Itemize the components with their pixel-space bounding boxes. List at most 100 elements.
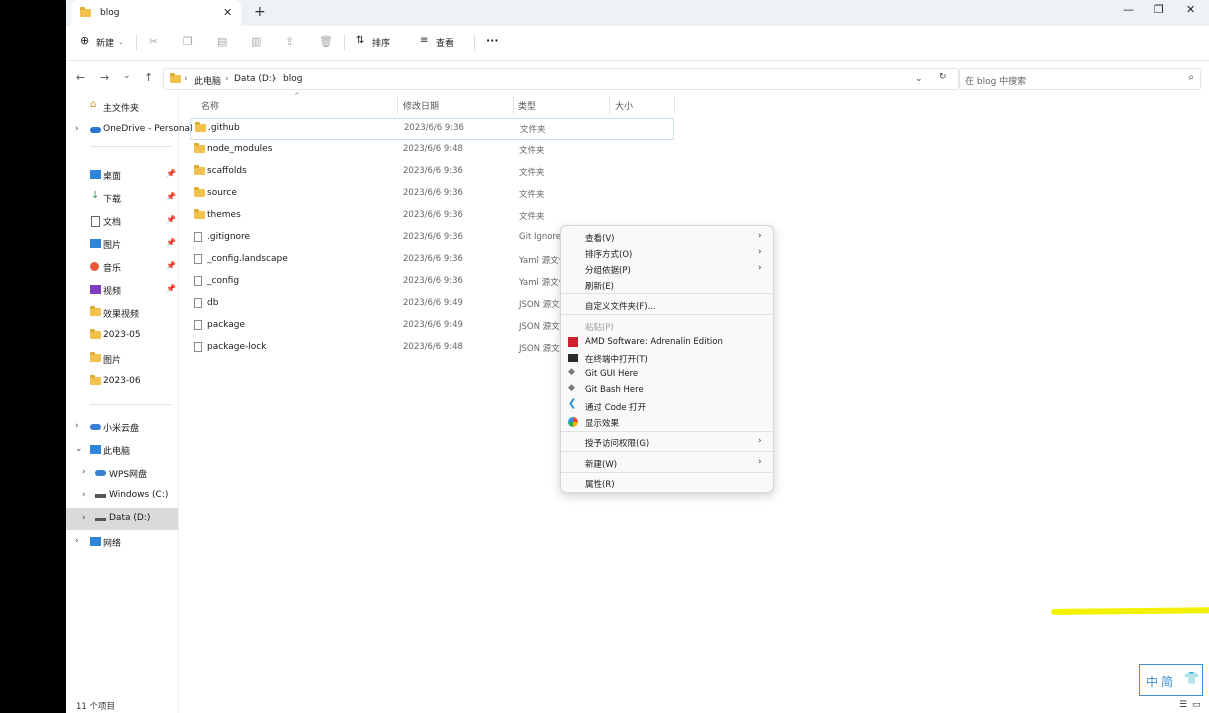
forward-icon[interactable]: →	[100, 71, 109, 84]
menu-item-display-effects[interactable]: 显示效果	[561, 414, 773, 430]
search-input[interactable]: 在 blog 中搜索	[965, 74, 1026, 87]
sidebar-item-documents[interactable]: 文档 📌	[66, 210, 178, 232]
new-button[interactable]: 新建	[96, 36, 114, 49]
menu-item-new[interactable]: 新建(W) ›	[561, 455, 773, 471]
menu-item-properties[interactable]: 属性(R)	[561, 475, 773, 491]
pin-icon[interactable]: 📌	[166, 284, 176, 293]
column-divider[interactable]	[513, 96, 514, 114]
menu-item-open-in-terminal[interactable]: 在终端中打开(T)	[561, 350, 773, 366]
menu-item-label: 新建(W)	[585, 460, 618, 470]
rename-icon[interactable]: ▥	[251, 35, 261, 48]
sidebar-item-music[interactable]: 音乐 📌	[66, 256, 178, 278]
refresh-icon[interactable]: ↻	[939, 72, 947, 82]
menu-item-git-gui[interactable]: ◆ Git GUI Here	[561, 366, 773, 382]
chevron-down-icon[interactable]: ⌄	[75, 444, 83, 454]
sidebar-item-desktop[interactable]: 桌面 📌	[66, 164, 178, 186]
file-date: 2023/6/6 9:49	[403, 320, 463, 330]
details-view-icon[interactable]: ☰	[1179, 700, 1187, 710]
file-row[interactable]: themes 2023/6/6 9:36 文件夹	[190, 206, 672, 226]
view-button[interactable]: 查看	[436, 36, 454, 49]
new-tab-button[interactable]: +	[254, 4, 266, 20]
ime-indicator[interactable]: 中简 👕	[1139, 664, 1203, 696]
sidebar-item-home[interactable]: ⌂ 主文件夹	[66, 96, 178, 118]
sidebar-item-pictures-folder[interactable]: 图片	[66, 348, 178, 370]
sidebar-item-this-pc[interactable]: ⌄ 此电脑	[66, 439, 178, 461]
recent-chevron-icon[interactable]: ⌄	[123, 71, 131, 81]
chevron-down-icon[interactable]: ⌄	[915, 74, 923, 84]
column-header-name[interactable]: 名称	[201, 99, 219, 112]
menu-item-git-bash[interactable]: ◆ Git Bash Here	[561, 382, 773, 398]
maximize-button[interactable]: ❐	[1154, 3, 1164, 16]
file-row[interactable]: node_modules 2023/6/6 9:48 文件夹	[190, 140, 672, 160]
chevron-right-icon[interactable]: ›	[82, 467, 86, 477]
chevron-right-icon[interactable]: ›	[82, 513, 86, 523]
chevron-down-icon: ⌄	[118, 38, 124, 46]
breadcrumb-data-d[interactable]: Data (D:)	[234, 74, 275, 84]
minimize-button[interactable]: —	[1123, 3, 1134, 16]
sidebar-item-videos[interactable]: 视频 📌	[66, 279, 178, 301]
column-header-size[interactable]: 大小	[615, 99, 633, 112]
column-header-type[interactable]: 类型	[518, 99, 536, 112]
tiles-view-icon[interactable]: ▭	[1192, 700, 1201, 710]
menu-item-customize-folder[interactable]: 自定义文件夹(F)...	[561, 297, 773, 313]
chevron-right-icon[interactable]: ›	[75, 124, 79, 134]
breadcrumb-blog[interactable]: blog	[283, 74, 302, 84]
up-icon[interactable]: ↑	[144, 71, 153, 84]
close-window-button[interactable]: ✕	[1186, 3, 1195, 16]
folder-icon	[90, 375, 101, 386]
sidebar-item-wps-drive[interactable]: › WPS网盘	[66, 462, 178, 484]
back-icon[interactable]: ←	[76, 71, 85, 84]
copy-icon[interactable]: ❐	[183, 35, 193, 48]
amd-icon	[568, 337, 578, 347]
sidebar-item-data-d[interactable]: › Data (D:)	[66, 508, 178, 530]
column-header-date[interactable]: 修改日期	[403, 99, 439, 112]
pin-icon[interactable]: 📌	[166, 261, 176, 270]
menu-item-label: AMD Software: Adrenalin Edition	[585, 337, 723, 347]
paste-icon[interactable]: ▤	[217, 35, 227, 48]
menu-item-view[interactable]: 查看(V) ›	[561, 229, 773, 245]
sidebar-item-2023-06[interactable]: 2023-06	[66, 371, 178, 393]
drive-icon	[95, 494, 106, 498]
chevron-right-icon[interactable]: ›	[82, 490, 86, 500]
sidebar-item-pictures[interactable]: 图片 📌	[66, 233, 178, 255]
sidebar-item-windows-c[interactable]: › Windows (C:)	[66, 485, 178, 507]
menu-item-refresh[interactable]: 刷新(E)	[561, 277, 773, 293]
ime-text: 中简	[1146, 675, 1177, 689]
sidebar-item-effect-videos[interactable]: 效果视频	[66, 302, 178, 324]
file-row[interactable]: scaffolds 2023/6/6 9:36 文件夹	[190, 162, 672, 182]
menu-item-sort[interactable]: 排序方式(O) ›	[561, 245, 773, 261]
sidebar-divider	[90, 146, 172, 147]
sidebar-item-network[interactable]: › 网络	[66, 531, 178, 553]
delete-icon[interactable]: 🗑	[319, 35, 333, 48]
sort-button[interactable]: 排序	[372, 36, 390, 49]
sidebar-item-2023-05[interactable]: 2023-05	[66, 325, 178, 347]
sidebar-item-downloads[interactable]: ↓ 下载 📌	[66, 187, 178, 209]
chevron-right-icon[interactable]: ›	[75, 421, 79, 431]
tab-blog[interactable]: blog ✕	[71, 0, 241, 26]
sidebar-item-onedrive[interactable]: › OneDrive - Personal	[66, 119, 193, 141]
menu-item-give-access[interactable]: 授予访问权限(G) ›	[561, 434, 773, 450]
sidebar-item-xiaomi-cloud[interactable]: › 小米云盘	[66, 416, 178, 438]
git-gui-icon: ◆	[568, 367, 575, 377]
column-divider[interactable]	[397, 96, 398, 114]
pin-icon[interactable]: 📌	[166, 238, 176, 247]
folder-icon	[194, 165, 205, 178]
address-bar[interactable]: › 此电脑 › Data (D:) › blog ⌄ ↻	[163, 68, 959, 90]
column-divider[interactable]	[674, 96, 675, 114]
share-icon[interactable]: ⇪	[285, 35, 294, 48]
file-row[interactable]: source 2023/6/6 9:36 文件夹	[190, 184, 672, 204]
breadcrumb-this-pc[interactable]: 此电脑	[194, 74, 221, 87]
pin-icon[interactable]: 📌	[166, 215, 176, 224]
search-box[interactable]: 在 blog 中搜索 ⌕	[959, 68, 1201, 90]
column-divider[interactable]	[609, 96, 610, 114]
more-options-button[interactable]: ···	[486, 34, 499, 47]
menu-item-open-with-code[interactable]: ❮ 通过 Code 打开	[561, 398, 773, 414]
pin-icon[interactable]: 📌	[166, 192, 176, 201]
close-tab-icon[interactable]: ✕	[223, 6, 232, 19]
menu-item-group[interactable]: 分组依据(P) ›	[561, 261, 773, 277]
cut-icon[interactable]: ✂	[149, 35, 158, 48]
menu-item-amd-software[interactable]: AMD Software: Adrenalin Edition	[561, 334, 773, 350]
file-row[interactable]: .github 2023/6/6 9:36 文件夹	[190, 118, 674, 140]
pin-icon[interactable]: 📌	[166, 169, 176, 178]
chevron-right-icon[interactable]: ›	[75, 536, 79, 546]
